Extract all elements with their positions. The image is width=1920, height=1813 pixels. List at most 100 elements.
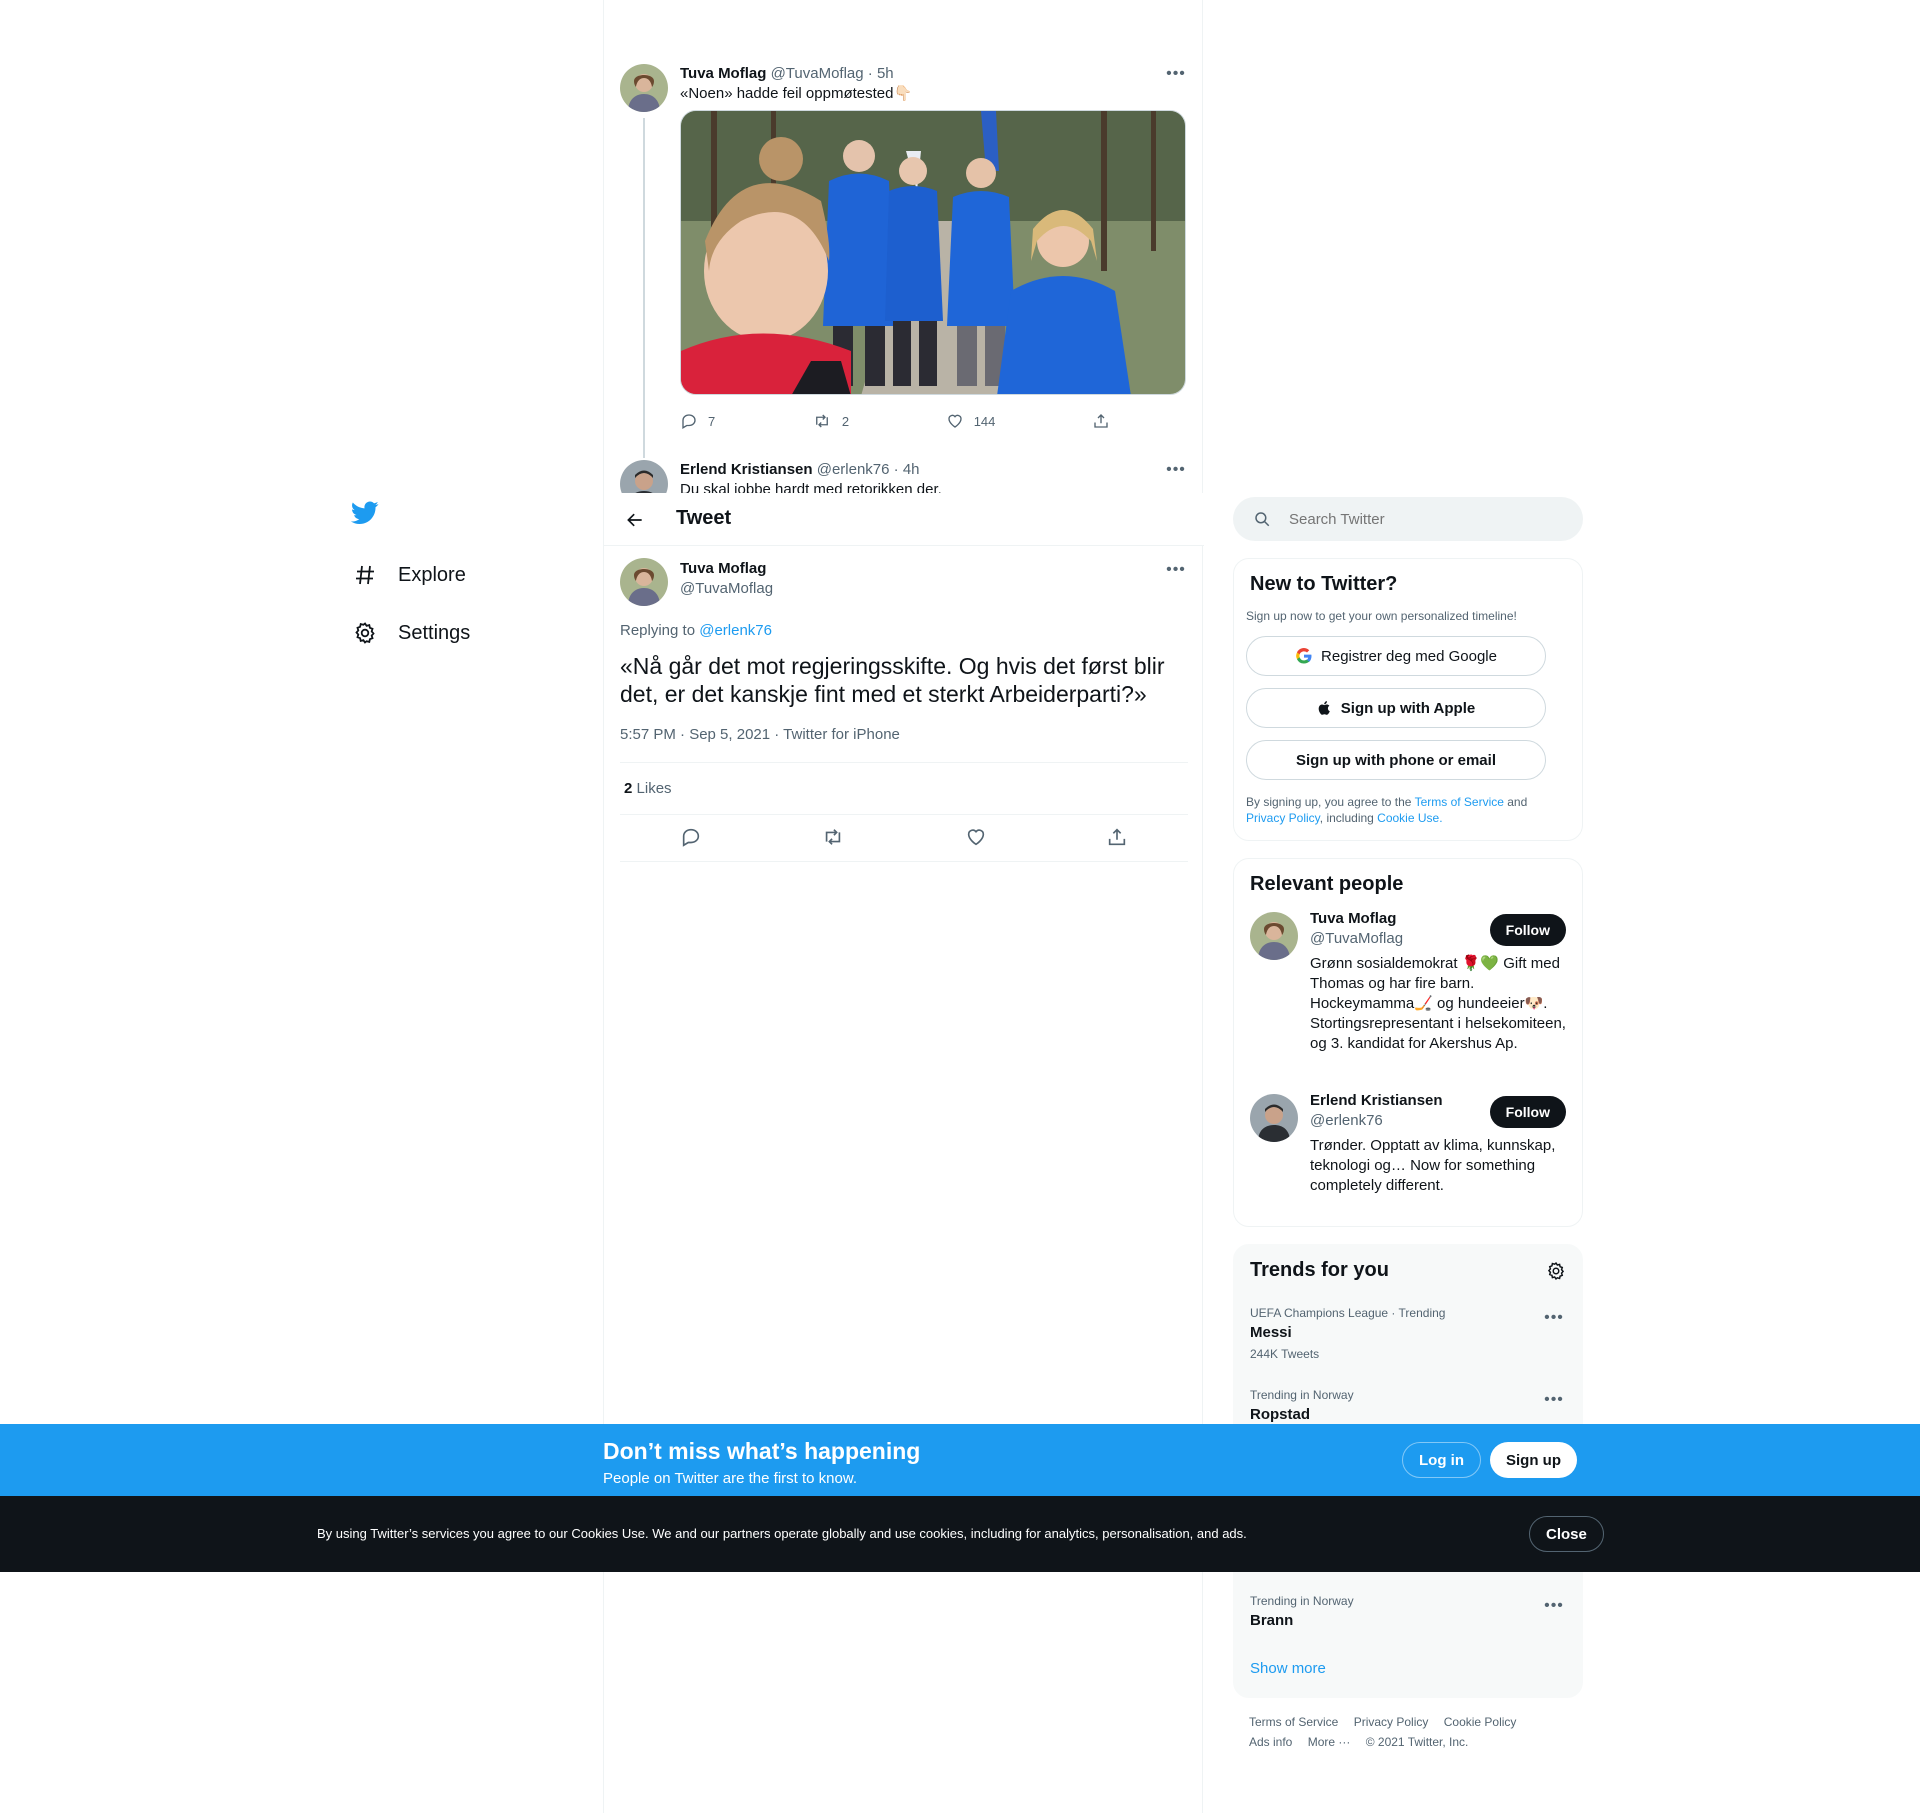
footer-cookie-link[interactable]: Cookie Policy	[1444, 1715, 1517, 1729]
replying-to: Replying to @erlenk76	[620, 622, 772, 639]
replying-to-link[interactable]: @erlenk76	[699, 622, 772, 639]
tweet-author-handle[interactable]: @TuvaMoflag	[771, 65, 864, 82]
replying-prefix: Replying to	[620, 622, 700, 639]
person-name[interactable]: Erlend Kristiansen	[1310, 1092, 1443, 1109]
likes-number: 2	[624, 780, 633, 797]
apple-signup-button[interactable]: Sign up with Apple	[1246, 688, 1546, 728]
arrow-left-icon	[627, 513, 642, 527]
reply-button[interactable]: 7	[680, 412, 715, 430]
follow-button[interactable]: Follow	[1489, 914, 1566, 946]
tweet-time[interactable]: · 4h	[894, 461, 920, 478]
google-signup-label: Registrer deg med Google	[1321, 647, 1497, 665]
avatar[interactable]	[620, 558, 668, 606]
thread-tweet[interactable]: Tuva Moflag @TuvaMoflag · 5h ••• «Noen» …	[620, 64, 1188, 454]
tweet-photo[interactable]	[680, 110, 1186, 395]
tweet-header: Erlend Kristiansen @erlenk76 · 4h	[680, 460, 1188, 480]
footer-privacy-link[interactable]: Privacy Policy	[1354, 1715, 1429, 1729]
avatar[interactable]	[620, 64, 668, 112]
trend-name: Brann	[1250, 1612, 1294, 1629]
person-name[interactable]: Tuva Moflag	[1310, 910, 1396, 927]
share-button[interactable]	[1106, 826, 1128, 848]
retweet-button[interactable]: 2	[812, 412, 849, 430]
relevant-people-panel: Relevant people Tuva Moflag @TuvaMoflag …	[1233, 858, 1583, 1227]
privacy-link[interactable]: Privacy Policy	[1246, 811, 1320, 825]
follow-button[interactable]: Follow	[1489, 1096, 1566, 1128]
reply-icon	[682, 414, 696, 429]
login-button[interactable]: Log in	[1402, 1442, 1481, 1478]
footer-terms-link[interactable]: Terms of Service	[1249, 1715, 1338, 1729]
parent-thread: Tuva Moflag @TuvaMoflag · 5h ••• «Noen» …	[604, 0, 1204, 493]
more-options-icon[interactable]: •••	[1542, 1390, 1566, 1410]
trend-name: Messi	[1250, 1324, 1292, 1341]
cookie-text: By using Twitter’s services you agree to…	[317, 1526, 1247, 1541]
avatar[interactable]	[1250, 1094, 1298, 1142]
tweet-time[interactable]: · 5h	[868, 65, 894, 82]
more-options-icon[interactable]: •••	[1164, 560, 1188, 580]
terms-link[interactable]: Terms of Service	[1415, 795, 1504, 809]
show-more-link[interactable]: Show more	[1246, 1650, 1570, 1683]
more-options-icon[interactable]: •••	[1164, 64, 1188, 84]
likes-count[interactable]: 2 Likes	[624, 780, 672, 797]
search-box[interactable]	[1233, 497, 1583, 541]
tweet-actions: 7 2 144	[680, 412, 1120, 430]
retweet-icon	[815, 414, 828, 428]
tweet-author-name[interactable]: Tuva Moflag	[680, 65, 766, 82]
trend-item[interactable]: UEFA Champions League · Trending Messi 2…	[1246, 1298, 1570, 1380]
trend-meta: Trending in Norway	[1250, 1594, 1354, 1608]
right-sidebar: New to Twitter? Sign up now to get your …	[1233, 497, 1583, 1766]
person-bio: Trønder. Opptatt av klima, kunnskap, tek…	[1310, 1137, 1556, 1194]
share-icon	[1094, 414, 1108, 428]
like-count: 144	[973, 413, 996, 429]
search-icon	[1255, 512, 1270, 527]
person-card[interactable]: Tuva Moflag @TuvaMoflag Follow Grønn sos…	[1246, 910, 1570, 1078]
twitter-bird-icon[interactable]	[340, 488, 390, 538]
divider	[620, 814, 1188, 815]
phone-email-signup-button[interactable]: Sign up with phone or email	[1246, 740, 1546, 780]
cookie-use-link[interactable]: Cookie Use.	[1377, 811, 1442, 825]
signup-banner: Don’t miss what’s happening People on Tw…	[0, 1424, 1920, 1496]
footer-copyright: © 2021 Twitter, Inc.	[1365, 1735, 1469, 1749]
tweet-actions	[620, 826, 1188, 848]
nav-item-explore[interactable]: Explore	[340, 546, 590, 604]
google-signup-button[interactable]: Registrer deg med Google	[1246, 636, 1546, 676]
footer-more-link[interactable]: More ···	[1308, 1735, 1351, 1749]
back-button[interactable]	[620, 505, 650, 535]
like-button[interactable]	[965, 826, 987, 848]
search-input[interactable]	[1289, 510, 1549, 528]
more-options-icon[interactable]: •••	[1542, 1308, 1566, 1328]
person-handle[interactable]: @TuvaMoflag	[1310, 930, 1403, 947]
tweet-author-handle[interactable]: @erlenk76	[817, 461, 890, 478]
panel-title: Relevant people	[1250, 873, 1404, 895]
like-button[interactable]: 144	[946, 412, 996, 430]
author-handle[interactable]: @TuvaMoflag	[680, 580, 773, 597]
avatar[interactable]	[1250, 912, 1298, 960]
tweet-text: «Nå går det mot regjeringsskifte. Og hvi…	[620, 653, 1165, 707]
phone-email-signup-label: Sign up with phone or email	[1295, 751, 1496, 769]
likes-label: Likes	[636, 780, 672, 797]
person-handle[interactable]: @erlenk76	[1310, 1112, 1383, 1129]
trend-meta: Trending in Norway	[1250, 1388, 1354, 1402]
tweet-meta[interactable]: 5:57 PM · Sep 5, 2021 · Twitter for iPho…	[620, 726, 900, 743]
nav-item-settings[interactable]: Settings	[340, 604, 590, 662]
close-button[interactable]: Close	[1529, 1516, 1604, 1552]
tweet-author-name[interactable]: Erlend Kristiansen	[680, 461, 813, 478]
author-name[interactable]: Tuva Moflag	[680, 560, 766, 577]
more-options-icon[interactable]: •••	[1542, 1596, 1566, 1616]
signup-button[interactable]: Sign up	[1490, 1442, 1577, 1478]
retweet-icon	[826, 829, 841, 845]
tweet-text: «Noen» hadde feil oppmøtested👇🏻	[680, 85, 913, 102]
banner-subtitle: People on Twitter are the first to know.	[603, 1470, 858, 1487]
reply-button[interactable]	[680, 826, 702, 848]
avatar[interactable]	[620, 460, 668, 493]
thread-tweet[interactable]: Erlend Kristiansen @erlenk76 · 4h ••• Du…	[620, 460, 1188, 493]
tweet-text: Du skal jobbe hardt med retorikken der.	[680, 481, 942, 493]
retweet-count: 2	[841, 413, 850, 429]
person-card[interactable]: Erlend Kristiansen @erlenk76 Follow Trøn…	[1246, 1092, 1570, 1212]
trend-item[interactable]: Trending in Norway Brann •••	[1246, 1586, 1570, 1650]
retweet-button[interactable]	[821, 826, 845, 848]
footer-ads-link[interactable]: Ads info	[1249, 1735, 1292, 1749]
trends-settings-icon[interactable]	[1546, 1261, 1566, 1286]
share-button[interactable]	[1092, 412, 1120, 430]
more-options-icon[interactable]: •••	[1164, 460, 1188, 480]
page-header: Tweet	[604, 493, 1204, 546]
